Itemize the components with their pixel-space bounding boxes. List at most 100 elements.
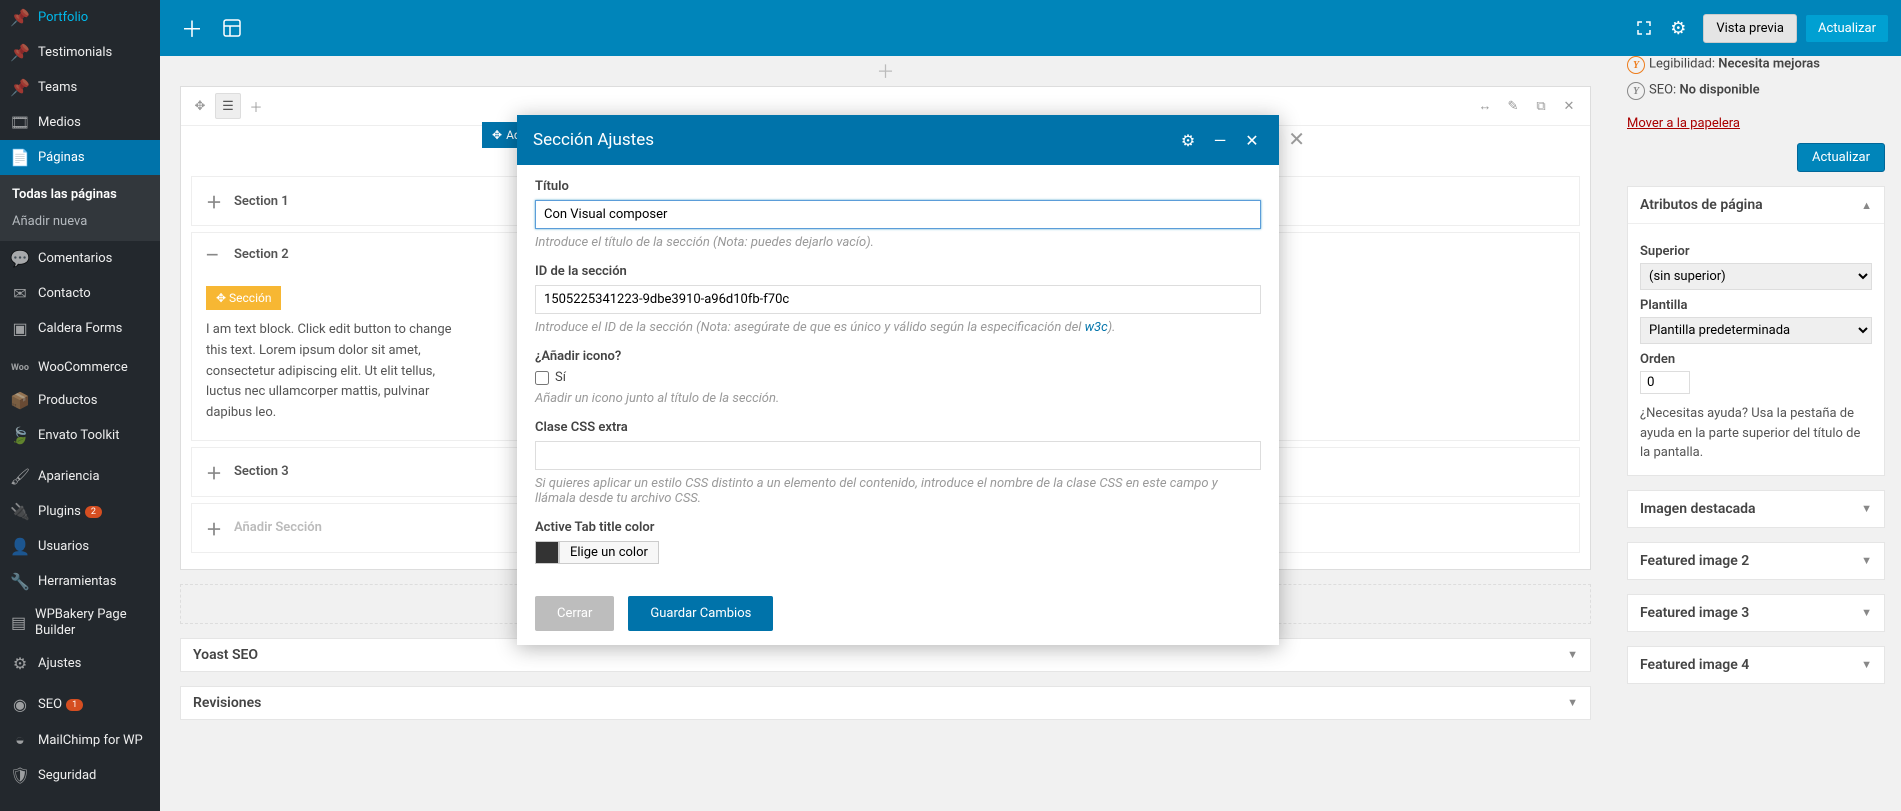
- color-button[interactable]: Elige un color: [559, 541, 659, 564]
- sidebar-label: Testimonials: [38, 45, 112, 60]
- seo-icon: ◉: [10, 695, 30, 714]
- seccion-tag[interactable]: Sección: [206, 286, 281, 310]
- delete-icon[interactable]: ✕: [1556, 93, 1582, 119]
- sidebar-label: Apariencia: [38, 469, 100, 484]
- templates-button[interactable]: [212, 8, 252, 48]
- add-row-top[interactable]: ＋: [180, 56, 1591, 86]
- chevron-down-icon: ▼: [1861, 554, 1872, 567]
- css-label: Clase CSS extra: [535, 420, 1261, 435]
- guardar-button[interactable]: Guardar Cambios: [628, 596, 773, 631]
- media-icon: 🎞: [10, 113, 30, 132]
- comment-icon: 💬: [10, 249, 30, 268]
- shield-icon: 🛡: [10, 766, 30, 785]
- modal-header[interactable]: Sección Ajustes ⚙ — ✕: [517, 115, 1279, 165]
- sidebar-item-teams[interactable]: 📌Teams: [0, 70, 160, 105]
- sidebar-item-herramientas[interactable]: 🔧Herramientas: [0, 564, 160, 599]
- plantilla-select[interactable]: Plantilla predeterminada: [1640, 317, 1872, 344]
- yoast-icon: Y: [1627, 56, 1645, 74]
- sidebar-label: WooCommerce: [38, 360, 128, 375]
- chevron-down-icon: ▼: [1567, 696, 1578, 709]
- sidebar-label: Envato Toolkit: [38, 428, 119, 443]
- drag-icon[interactable]: ↔: [1472, 93, 1498, 119]
- orden-input[interactable]: [1640, 371, 1690, 394]
- modal-gear-icon[interactable]: ⚙: [1177, 129, 1199, 151]
- topbar: ＋ ⚙ Vista previa Actualizar: [160, 0, 1901, 56]
- clone-icon[interactable]: ⧉: [1528, 93, 1554, 119]
- sidebar-item-productos[interactable]: 📦Productos: [0, 383, 160, 418]
- sidebar-label: WPBakery Page Builder: [35, 607, 150, 638]
- envato-icon: 🍃: [10, 426, 30, 445]
- sidebar-item-portfolio[interactable]: 📌Portfolio: [0, 0, 160, 35]
- superior-select[interactable]: (sin superior): [1640, 263, 1872, 290]
- id-input[interactable]: [535, 285, 1261, 314]
- pin-icon: 📌: [10, 8, 30, 27]
- vc-icon: ▤: [10, 613, 27, 632]
- css-input[interactable]: [535, 441, 1261, 470]
- actualizar-button[interactable]: Actualizar: [1797, 143, 1885, 172]
- sidebar-item-caldera[interactable]: ▣Caldera Forms: [0, 311, 160, 346]
- sidebar-item-medios[interactable]: 🎞 Medios: [0, 105, 160, 140]
- plug-icon: 🔌: [10, 502, 30, 521]
- sidebar-item-woocommerce[interactable]: Woo WooCommerce: [0, 352, 160, 383]
- badge-count: 2: [85, 506, 102, 518]
- submenu-todas[interactable]: Todas las páginas: [0, 181, 160, 208]
- fullscreen-button[interactable]: [1627, 11, 1661, 45]
- sidebar-item-usuarios[interactable]: 👤Usuarios: [0, 529, 160, 564]
- icono-hint: Añadir un icono junto al título de la se…: [535, 391, 1261, 406]
- sidebar-item-apariencia[interactable]: 🖌Apariencia: [0, 459, 160, 494]
- modal-minimize-icon[interactable]: —: [1209, 129, 1231, 151]
- sidebar-label: Medios: [38, 115, 81, 130]
- cerrar-button[interactable]: Cerrar: [535, 596, 614, 631]
- sidebar-item-paginas[interactable]: 📄Páginas: [0, 140, 160, 175]
- update-button[interactable]: Actualizar: [1805, 14, 1889, 43]
- sidebar-item-testimonials[interactable]: 📌 Testimonials: [0, 35, 160, 70]
- form-icon: ▣: [10, 319, 30, 338]
- sidebar-item-seo[interactable]: ◉ SEO 1: [0, 687, 160, 722]
- submenu-anadir[interactable]: Añadir nueva: [0, 208, 160, 235]
- revisiones-metabox: Revisiones▼: [180, 686, 1591, 720]
- yoast-title: Yoast SEO: [193, 647, 258, 663]
- plantilla-label: Plantilla: [1640, 298, 1872, 313]
- sidebar-item-mailchimp[interactable]: ◒MailChimp for WP: [0, 722, 160, 758]
- sidebar-label: MailChimp for WP: [38, 733, 143, 748]
- atributos-box: Atributos de página▲ Superior (sin super…: [1627, 186, 1885, 476]
- titulo-input[interactable]: [535, 200, 1261, 229]
- sidebar-item-contacto[interactable]: ✉Contacto: [0, 276, 160, 311]
- sidebar-label: SEO: [38, 697, 62, 712]
- preview-button[interactable]: Vista previa: [1703, 14, 1797, 43]
- sidebar-item-ajustes[interactable]: ⚙Ajustes: [0, 646, 160, 681]
- move-icon[interactable]: ✥: [187, 93, 213, 119]
- color-swatch[interactable]: [535, 541, 559, 564]
- badge-count: 1: [66, 699, 83, 711]
- trash-link[interactable]: Mover a la papelera: [1627, 116, 1740, 131]
- sidebar-item-wpbakery[interactable]: ▤ WPBakery Page Builder: [0, 599, 160, 646]
- add-icon[interactable]: ＋: [243, 93, 269, 119]
- settings-button[interactable]: ⚙: [1661, 11, 1695, 45]
- box-header[interactable]: Featured image 4▼: [1628, 647, 1884, 683]
- settings-icon: ⚙: [10, 654, 30, 673]
- sidebar-item-seguridad[interactable]: 🛡Seguridad: [0, 758, 160, 793]
- sidebar-item-plugins[interactable]: 🔌Plugins2: [0, 494, 160, 529]
- box-header[interactable]: Featured image 2▼: [1628, 543, 1884, 579]
- columns-icon[interactable]: ☰: [215, 93, 241, 119]
- modal-title: Sección Ajustes: [533, 130, 654, 150]
- modal-body: Título Introduce el título de la sección…: [517, 165, 1279, 582]
- sidebar-item-envato[interactable]: 🍃 Envato Toolkit: [0, 418, 160, 453]
- add-element-button[interactable]: ＋: [172, 8, 212, 48]
- text-block[interactable]: I am text block. Click edit button to ch…: [206, 320, 466, 424]
- atributos-header[interactable]: Atributos de página▲: [1628, 187, 1884, 224]
- woo-icon: Woo: [10, 363, 30, 373]
- pin-icon: 📌: [10, 43, 30, 62]
- w3c-link[interactable]: w3c: [1085, 320, 1108, 335]
- user-icon: 👤: [10, 537, 30, 556]
- box-title: Featured image 3: [1640, 605, 1749, 621]
- box-header[interactable]: Featured image 3▼: [1628, 595, 1884, 631]
- revisiones-header[interactable]: Revisiones▼: [181, 687, 1590, 719]
- box-header[interactable]: Imagen destacada▼: [1628, 491, 1884, 527]
- close-outer-icon[interactable]: ✕: [1288, 127, 1305, 151]
- sidebar-item-comentarios[interactable]: 💬Comentarios: [0, 241, 160, 276]
- icono-checkbox[interactable]: [535, 371, 549, 385]
- modal-close-icon[interactable]: ✕: [1241, 129, 1263, 151]
- edit-icon[interactable]: ✎: [1500, 93, 1526, 119]
- superior-label: Superior: [1640, 244, 1872, 259]
